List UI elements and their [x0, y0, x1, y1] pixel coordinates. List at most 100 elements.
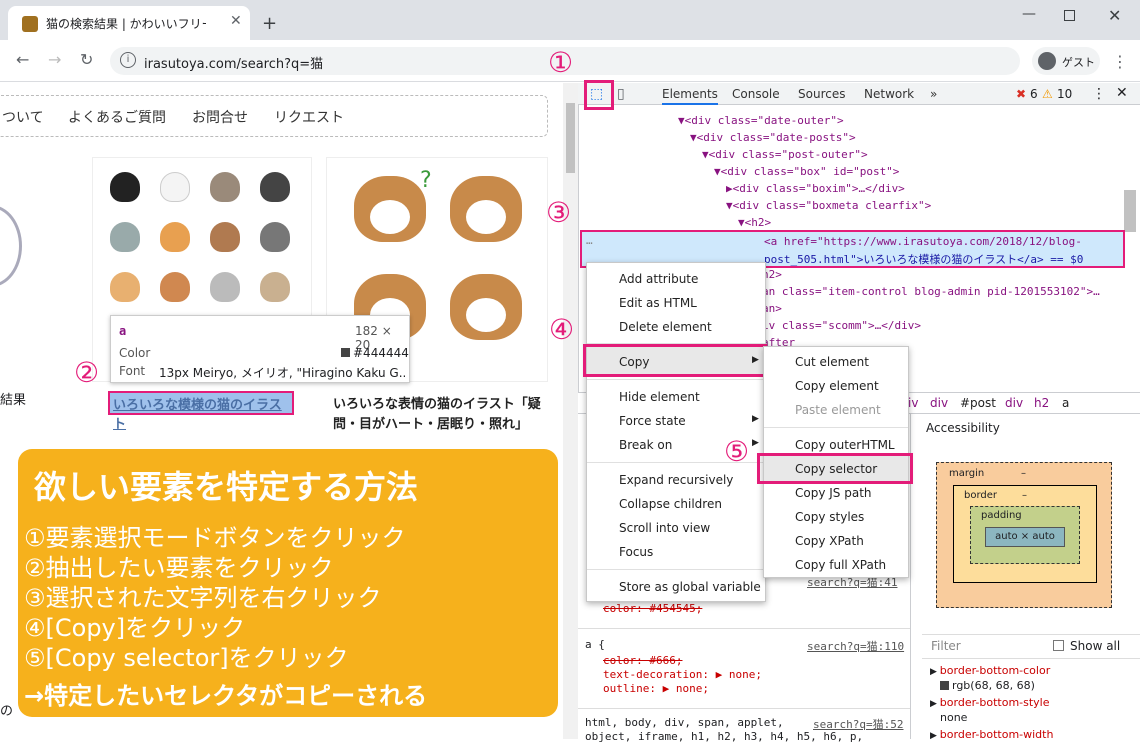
- computed-prop-2[interactable]: ▶ border-bottom-style: [930, 696, 1050, 709]
- warning-count[interactable]: 10: [1057, 87, 1072, 101]
- breadcrumb-item[interactable]: div: [1005, 396, 1023, 410]
- dom-node[interactable]: ▼<h2>: [738, 216, 771, 229]
- browser-tab[interactable]: 猫の検索結果 | かわいいフリー素材集 ✕: [8, 6, 250, 40]
- dom-node[interactable]: ▼<div class="post-outer">: [702, 148, 868, 161]
- tab-sources[interactable]: Sources: [798, 87, 845, 101]
- back-icon[interactable]: ←: [16, 50, 29, 69]
- dom-node[interactable]: ▼<div class="date-outer">: [678, 114, 844, 127]
- selected-link-text[interactable]: いろいろな模様の猫のイラスト: [110, 393, 292, 433]
- context-menu-item[interactable]: Add attribute: [619, 272, 698, 286]
- forward-icon[interactable]: →: [48, 50, 61, 69]
- copy-submenu-item[interactable]: Copy full XPath: [795, 558, 886, 572]
- style-outline: outline: ▶ none;: [603, 682, 709, 695]
- style-source-2[interactable]: search?q=猫:110: [807, 638, 904, 654]
- breadcrumb-item[interactable]: div: [930, 396, 948, 410]
- new-tab-icon[interactable]: +: [262, 13, 277, 34]
- nav-link-request[interactable]: リクエスト: [274, 107, 344, 127]
- boxmodel-padding-label: padding: [981, 510, 1022, 521]
- dom-node[interactable]: ▶<div class="boxim">…</div>: [726, 182, 905, 195]
- devtools-menu-icon[interactable]: ⋮: [1092, 86, 1106, 102]
- selected-link[interactable]: いろいろな模様の猫のイラスト: [108, 391, 294, 432]
- tooltip-tag: a: [119, 324, 127, 338]
- context-menu-item[interactable]: Collapse children: [619, 497, 722, 511]
- minimize-icon[interactable]: —: [1022, 6, 1036, 22]
- computed-prop-3[interactable]: ▶ border-bottom-width: [930, 728, 1053, 741]
- context-menu-item[interactable]: Focus: [619, 545, 653, 559]
- filter-input[interactable]: Filter: [931, 639, 961, 653]
- breadcrumb-item[interactable]: iv: [908, 396, 918, 410]
- copy-submenu-item[interactable]: Copy XPath: [795, 534, 864, 548]
- error-icon[interactable]: ✖: [1016, 87, 1026, 101]
- breadcrumb-item[interactable]: h2: [1034, 396, 1049, 410]
- copy-submenu-item[interactable]: Paste element: [795, 403, 881, 417]
- tab-network[interactable]: Network: [864, 87, 914, 101]
- context-menu-item[interactable]: Hide element: [619, 390, 700, 404]
- menu-separator: [587, 379, 765, 380]
- color-swatch: [341, 348, 350, 357]
- tab-more[interactable]: »: [930, 87, 937, 101]
- nav-link-faq[interactable]: よくあるご質問: [68, 107, 166, 127]
- accessibility-tab[interactable]: Accessibility: [926, 421, 1000, 435]
- error-count[interactable]: 6: [1030, 87, 1038, 101]
- tooltip-font-label: Font: [119, 364, 146, 378]
- warning-icon[interactable]: ⚠: [1042, 87, 1053, 101]
- boxmodel-content: auto × auto: [985, 527, 1065, 547]
- context-menu-item[interactable]: Edit as HTML: [619, 296, 697, 310]
- tab-console[interactable]: Console: [732, 87, 780, 101]
- devtools-close-icon[interactable]: ✕: [1116, 85, 1128, 101]
- style-rule-a: a {: [585, 638, 605, 651]
- breadcrumb-item[interactable]: a: [1062, 396, 1069, 410]
- tab-title: 猫の検索結果 | かわいいフリー素材集: [46, 17, 206, 31]
- profile-button[interactable]: ゲスト: [1032, 47, 1100, 75]
- dom-scrollbar[interactable]: [1124, 190, 1136, 232]
- card-title-line2[interactable]: 問・目がハート・居眠り・照れ」: [333, 413, 528, 432]
- window-close-icon[interactable]: ✕: [1108, 6, 1121, 25]
- show-all-checkbox[interactable]: [1053, 640, 1064, 651]
- context-menu-item[interactable]: Break on: [619, 438, 672, 452]
- page-scrollbar[interactable]: [563, 83, 578, 739]
- boxmodel-margin-label: margin: [949, 468, 985, 479]
- reload-icon[interactable]: ↻: [80, 50, 93, 69]
- style-rule-reset-2: object, iframe, h1, h2, h3, h4, h5, h6, …: [585, 730, 864, 743]
- tooltip-color-label: Color: [119, 346, 151, 360]
- tab-elements[interactable]: Elements: [662, 87, 718, 105]
- marker-2: ②: [74, 356, 100, 389]
- info-icon[interactable]: i: [120, 52, 136, 68]
- dom-node[interactable]: ▼<div class="date-posts">: [690, 131, 856, 144]
- context-menu-item[interactable]: Delete element: [619, 320, 712, 334]
- menu-icon[interactable]: ⋮: [1112, 52, 1128, 71]
- style-rule-reset: html, body, div, span, applet,: [585, 716, 784, 729]
- menu-separator: [764, 427, 908, 428]
- copy-submenu-item[interactable]: Copy styles: [795, 510, 864, 524]
- left-fragment: 結果: [0, 393, 27, 408]
- card-title-line1[interactable]: いろいろな表情の猫のイラスト「疑: [333, 393, 541, 412]
- boxmodel-border-label: border: [964, 490, 998, 501]
- dom-node[interactable]: ▼<div class="box" id="post">: [714, 165, 899, 178]
- instruction-step-5: ⑤[Copy selector]をクリック: [24, 644, 349, 672]
- maximize-icon[interactable]: [1064, 10, 1075, 21]
- copy-submenu-item[interactable]: Copy element: [795, 379, 879, 393]
- marker-4: ④: [549, 313, 575, 346]
- dom-node[interactable]: an class="item-control blog-admin pid-12…: [762, 285, 1100, 298]
- computed-prop-1[interactable]: ▶ border-bottom-color: [930, 664, 1050, 677]
- context-menu-item[interactable]: Force state: [619, 414, 686, 428]
- breadcrumb-item[interactable]: #post: [960, 396, 996, 410]
- nav-link-about[interactable]: ついて: [2, 107, 44, 127]
- close-icon[interactable]: ✕: [230, 13, 242, 29]
- context-menu-item[interactable]: Store as global variable: [619, 580, 761, 594]
- instruction-heading: 欲しい要素を特定する方法: [34, 468, 419, 506]
- copy-submenu-item[interactable]: Copy outerHTML: [795, 438, 895, 452]
- nav-link-contact[interactable]: お問合せ: [192, 107, 248, 127]
- copy-submenu-item[interactable]: Copy JS path: [795, 486, 872, 500]
- context-menu-item[interactable]: Expand recursively: [619, 473, 733, 487]
- style-decoration: text-decoration: ▶ none;: [603, 668, 762, 681]
- dom-node[interactable]: ▼<div class="boxmeta clearfix">: [726, 199, 931, 212]
- cat-patterns-image[interactable]: [104, 166, 304, 316]
- inspect-element-icon[interactable]: ⬚: [590, 86, 603, 102]
- dom-node[interactable]: iv class="scomm">…</div>: [762, 319, 921, 332]
- inspect-tooltip: a 182 × 20 Color #444444 Font 13px Meiry…: [110, 315, 410, 383]
- context-menu-item[interactable]: Scroll into view: [619, 521, 710, 535]
- device-toolbar-icon[interactable]: ▯: [617, 86, 625, 102]
- selected-node-line2: post_505.html">いろいろな模様の猫のイラスト</a> == $0: [764, 253, 1084, 266]
- copy-submenu-item[interactable]: Cut element: [795, 355, 869, 369]
